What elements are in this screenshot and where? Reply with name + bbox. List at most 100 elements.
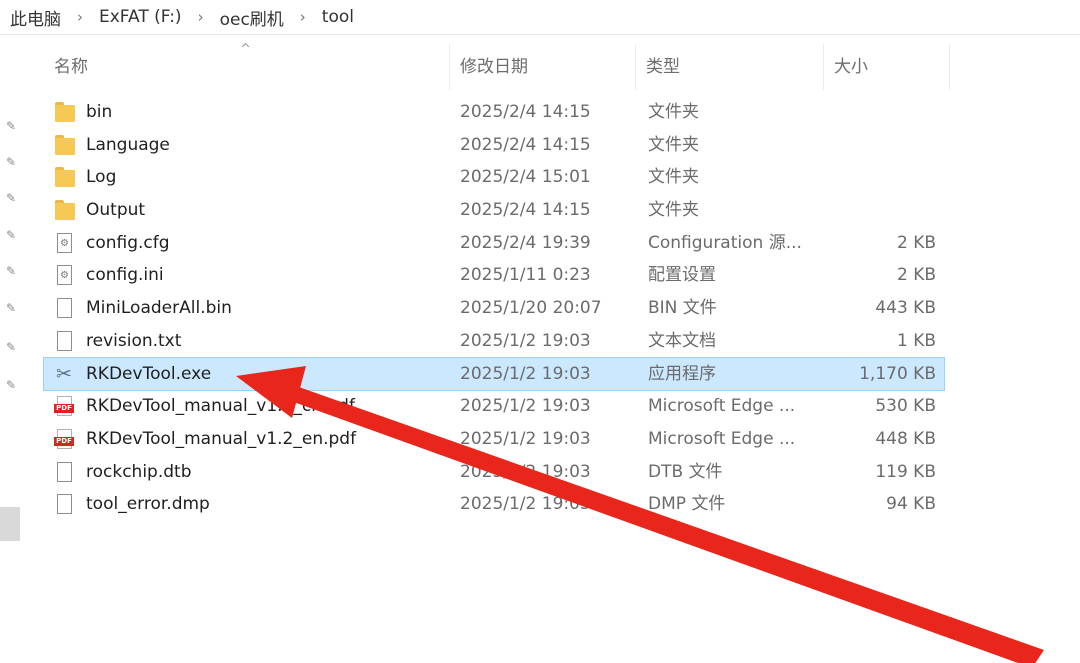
file-type: 应用程序 [648, 363, 716, 384]
file-list: bin 2025/2/4 14:15 文件夹 Language 2025/2/4 14:… [43, 96, 945, 521]
file-size: 443 KB [875, 298, 936, 319]
breadcrumb-drive[interactable]: ExFAT (F:) [93, 7, 188, 27]
file-icon [54, 493, 76, 515]
file-modified-date: 2025/1/2 19:03 [460, 363, 591, 384]
file-size: 2 KB [896, 232, 936, 253]
file-type: Microsoft Edge ... [648, 396, 796, 417]
folder-icon [54, 199, 76, 221]
file-modified-date: 2025/1/2 19:03 [460, 428, 591, 449]
column-headers: ^ 名称 修改日期 类型 大小 [44, 43, 950, 90]
column-header-date[interactable]: 修改日期 [450, 44, 636, 90]
file-type: 文本文档 [648, 330, 716, 351]
settings-file-icon: ⚙ [54, 264, 76, 286]
file-name[interactable]: bin [86, 96, 446, 128]
file-name[interactable]: revision.txt [86, 325, 446, 357]
breadcrumb-this-pc[interactable]: 此电脑 [0, 5, 67, 30]
breadcrumb: 此电脑 › ExFAT (F:) › oec刷机 › tool [0, 0, 1080, 35]
file-modified-date: 2025/1/2 19:03 [460, 461, 591, 482]
pin-icon[interactable]: ✎ [4, 228, 18, 242]
file-size [834, 161, 936, 193]
file-row[interactable]: rockchip.dtb 2025/1/2 19:03 DTB 文件 119 KB [44, 456, 944, 489]
file-row[interactable]: Language 2025/2/4 14:15 文件夹 [44, 129, 944, 162]
file-type: 文件夹 [648, 167, 699, 188]
file-explorer-window: 此电脑 › ExFAT (F:) › oec刷机 › tool ✎ ✎ ✎ ✎ … [0, 0, 1080, 663]
file-icon [54, 297, 76, 319]
pin-icon[interactable]: ✎ [4, 191, 18, 205]
file-type: 文件夹 [648, 134, 699, 155]
pin-icon[interactable]: ✎ [4, 378, 18, 392]
file-modified-date: 2025/1/2 19:03 [460, 396, 591, 417]
pin-icon[interactable]: ✎ [4, 155, 18, 169]
breadcrumb-separator-icon[interactable]: › [188, 8, 214, 26]
file-size [834, 129, 936, 161]
file-name[interactable]: RKDevTool.exe [86, 358, 446, 390]
file-name[interactable]: config.ini [86, 259, 446, 291]
file-size: 530 KB [875, 396, 936, 417]
pin-icon[interactable]: ✎ [4, 119, 18, 133]
file-type: DTB 文件 [648, 461, 723, 482]
file-modified-date: 2025/2/4 14:15 [460, 134, 591, 155]
file-name[interactable]: Log [86, 161, 446, 193]
folder-icon [54, 101, 76, 123]
folder-icon [54, 166, 76, 188]
config-file-icon: ⚙ [54, 232, 76, 254]
file-modified-date: 2025/1/11 0:23 [460, 265, 591, 286]
file-size: 2 KB [896, 265, 936, 286]
file-row[interactable]: Log 2025/2/4 15:01 文件夹 [44, 161, 944, 194]
breadcrumb-separator-icon[interactable]: › [290, 8, 316, 26]
file-name[interactable]: Language [86, 129, 446, 161]
file-icon [54, 461, 76, 483]
file-size: 119 KB [875, 461, 936, 482]
file-row[interactable]: PDF RKDevTool_manual_v1.2_cn.pdf 2025/1/2 … [44, 390, 944, 423]
file-name[interactable]: Output [86, 194, 446, 226]
file-name[interactable]: rockchip.dtb [86, 456, 446, 488]
column-header-name[interactable]: 名称 [44, 44, 450, 90]
file-name[interactable]: RKDevTool_manual_v1.2_cn.pdf [86, 390, 446, 422]
pin-icon[interactable]: ✎ [4, 340, 18, 354]
file-row[interactable]: bin 2025/2/4 14:15 文件夹 [44, 96, 944, 129]
column-header-size[interactable]: 大小 [824, 44, 950, 90]
file-type: 文件夹 [648, 102, 699, 122]
file-row[interactable]: ⚙ config.ini 2025/1/11 0:23 配置设置 2 KB [44, 259, 944, 292]
file-row[interactable]: MiniLoaderAll.bin 2025/1/20 20:07 BIN 文件 44… [44, 292, 944, 325]
file-size: 1 KB [896, 330, 936, 351]
file-size: 448 KB [875, 428, 936, 449]
file-size [834, 96, 936, 128]
file-type: Configuration 源... [648, 232, 802, 253]
breadcrumb-folder-oec[interactable]: oec刷机 [214, 5, 290, 30]
file-row[interactable]: ⚙ config.cfg 2025/2/4 19:39 Configuration 源… [44, 227, 944, 260]
file-name[interactable]: RKDevTool_manual_v1.2_en.pdf [86, 423, 446, 455]
file-modified-date: 2025/2/4 14:15 [460, 102, 591, 122]
pin-icon[interactable]: ✎ [4, 301, 18, 315]
file-modified-date: 2025/1/20 20:07 [460, 298, 602, 319]
file-modified-date: 2025/2/4 14:15 [460, 200, 591, 221]
file-size [834, 194, 936, 226]
file-modified-date: 2025/1/2 19:03 [460, 330, 591, 351]
file-modified-date: 2025/2/4 19:39 [460, 232, 591, 253]
file-name[interactable]: config.cfg [86, 227, 446, 259]
pdf-icon: PDF [54, 428, 76, 450]
file-row[interactable]: revision.txt 2025/1/2 19:03 文本文档 1 KB [44, 325, 944, 358]
navigation-selected-item[interactable] [0, 507, 20, 541]
file-row[interactable]: Output 2025/2/4 14:15 文件夹 [44, 194, 944, 227]
file-size: 94 KB [886, 494, 936, 515]
pdf-icon: PDF [54, 395, 76, 417]
file-name[interactable]: MiniLoaderAll.bin [86, 292, 446, 324]
pin-icon[interactable]: ✎ [4, 264, 18, 278]
file-size: 1,170 KB [859, 363, 936, 384]
column-header-type[interactable]: 类型 [636, 44, 824, 90]
file-row[interactable]: PDF RKDevTool_manual_v1.2_en.pdf 2025/1/2 … [44, 423, 944, 456]
file-modified-date: 2025/1/2 19:03 [460, 494, 591, 515]
exe-tool-icon: ✂ [56, 362, 72, 385]
file-type: 文件夹 [648, 200, 699, 221]
file-type: BIN 文件 [648, 298, 717, 319]
text-file-icon [54, 330, 76, 352]
breadcrumb-folder-tool[interactable]: tool [316, 7, 360, 27]
breadcrumb-separator-icon[interactable]: › [67, 8, 93, 26]
file-row[interactable]: tool_error.dmp 2025/1/2 19:03 DMP 文件 94 KB [44, 488, 944, 521]
file-name[interactable]: tool_error.dmp [86, 488, 446, 520]
folder-icon [54, 134, 76, 156]
file-row[interactable]: ✂ RKDevTool.exe 2025/1/2 19:03 应用程序 1,170 KB [43, 356, 945, 392]
file-modified-date: 2025/2/4 15:01 [460, 167, 591, 188]
file-type: DMP 文件 [648, 494, 726, 515]
